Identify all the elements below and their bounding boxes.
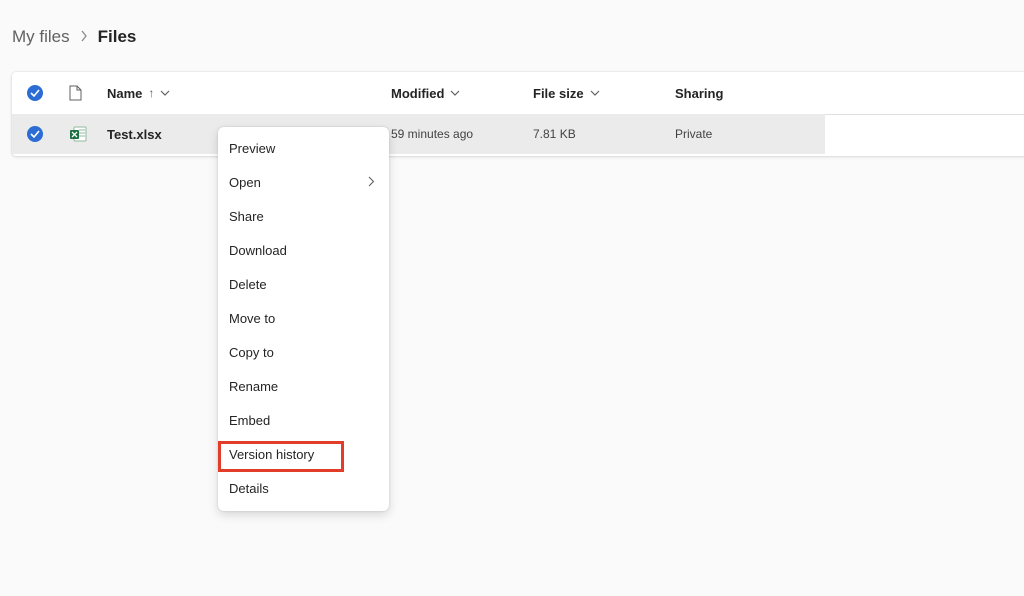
menu-item-label: Rename <box>229 378 279 394</box>
checkmark-icon <box>27 126 43 142</box>
menu-item-delete[interactable]: Delete <box>218 267 389 301</box>
breadcrumb-my-files[interactable]: My files <box>12 27 70 47</box>
menu-item-label: Details <box>229 480 269 496</box>
menu-item-share[interactable]: Share <box>218 199 389 233</box>
menu-item-label: Delete <box>229 276 267 292</box>
chevron-down-icon <box>451 90 460 96</box>
menu-item-embed[interactable]: Embed <box>218 403 389 437</box>
select-all-checkbox[interactable] <box>27 72 43 114</box>
menu-item-move-to[interactable]: Move to <box>218 301 389 335</box>
chevron-right-icon <box>368 176 375 187</box>
menu-item-copy-to[interactable]: Copy to <box>218 335 389 369</box>
table-row[interactable]: Test.xlsx 59 minutes ago 7.81 KB Private <box>12 114 825 154</box>
breadcrumb: My files Files <box>12 24 136 50</box>
column-header-sharing[interactable]: Sharing <box>675 72 723 114</box>
file-size: 7.81 KB <box>533 127 576 141</box>
breadcrumb-files: Files <box>97 27 137 46</box>
file-type-icon <box>69 72 82 114</box>
file-sharing[interactable]: Private <box>675 114 712 154</box>
menu-item-label: Download <box>229 242 287 258</box>
file-list: Name ↑ Modified File size Sharing Test.x… <box>12 72 1024 156</box>
menu-item-label: Preview <box>229 140 276 156</box>
menu-item-label: Move to <box>229 310 276 326</box>
file-name[interactable]: Test.xlsx <box>107 114 162 154</box>
menu-item-rename[interactable]: Rename <box>218 369 389 403</box>
menu-item-download[interactable]: Download <box>218 233 389 267</box>
menu-item-label: Open <box>229 174 261 190</box>
excel-file-icon <box>69 114 87 154</box>
menu-item-open[interactable]: Open <box>218 165 389 199</box>
column-modified-label: Modified <box>391 85 445 101</box>
row-checkbox[interactable] <box>27 114 43 154</box>
column-header-modified[interactable]: Modified <box>391 72 460 114</box>
column-header-file-size[interactable]: File size <box>533 72 600 114</box>
column-sharing-label: Sharing <box>675 85 724 101</box>
chevron-right-icon <box>80 30 88 45</box>
menu-item-label: Share <box>229 208 264 224</box>
menu-item-version-history[interactable]: Version history <box>218 437 389 471</box>
menu-item-label: Embed <box>229 412 271 428</box>
menu-item-label: Version history <box>229 446 315 462</box>
checkmark-icon <box>27 85 43 101</box>
file-modified: 59 minutes ago <box>391 127 474 141</box>
menu-item-details[interactable]: Details <box>218 471 389 505</box>
list-header: Name ↑ Modified File size Sharing <box>12 72 1024 114</box>
chevron-down-icon <box>590 90 600 96</box>
chevron-down-icon <box>160 90 170 96</box>
menu-item-preview[interactable]: Preview <box>218 131 389 165</box>
column-file-size-label: File size <box>533 85 584 101</box>
column-name-label: Name <box>107 85 143 101</box>
sort-arrow-icon: ↑ <box>148 86 155 100</box>
context-menu: Preview Open Share Download Delete Move … <box>218 127 389 511</box>
column-header-name[interactable]: Name ↑ <box>107 72 170 114</box>
menu-item-label: Copy to <box>229 344 274 360</box>
